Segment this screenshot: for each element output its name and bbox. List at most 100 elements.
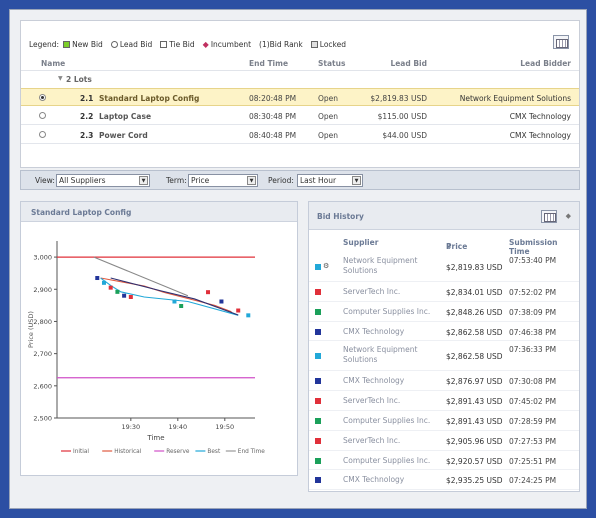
- incumbent-diamond-icon: ◆: [202, 39, 209, 49]
- lot-status: Open: [318, 94, 339, 103]
- col-lead-bidder[interactable]: Lead Bidder: [520, 59, 571, 68]
- col-end-time[interactable]: End Time: [249, 59, 288, 68]
- legend-label: Legend:: [29, 39, 60, 49]
- lots-table-header: Name End Time Status Lead Bid Lead Bidde…: [21, 57, 579, 71]
- data-point: [219, 299, 224, 304]
- bid-history-header: Supplier Price ↓ Submission Time: [309, 234, 579, 256]
- lot-end-time: 08:30:48 PM: [249, 112, 297, 121]
- col-name[interactable]: Name: [41, 59, 65, 68]
- calendar-icon[interactable]: [553, 35, 569, 49]
- lot-number: 2.3: [80, 131, 94, 140]
- bid-history-row[interactable]: ⚙ Network Equipment Solutions $2,819.83 US…: [309, 252, 579, 282]
- lot-end-time: 08:40:48 PM: [249, 131, 297, 140]
- y-tick-label: 2,500: [33, 415, 52, 423]
- supplier-color-icon: [315, 437, 321, 444]
- lot-number: 2.2: [80, 112, 94, 121]
- y-tick-label: 3,000: [33, 254, 52, 262]
- bid-supplier: ServerTech Inc.: [343, 435, 401, 445]
- bid-time: 07:46:38 PM: [509, 327, 557, 337]
- legend-label: Historical: [114, 449, 142, 455]
- bid-time: 07:45:02 PM: [509, 397, 557, 407]
- bid-history-row[interactable]: ServerTech Inc. $2,891.43 USD 07:45:02 PM: [309, 391, 579, 411]
- lot-lead-bidder: CMX Technology: [509, 131, 571, 140]
- calendar-icon[interactable]: [541, 210, 557, 223]
- gear-icon[interactable]: ⚙: [323, 262, 329, 270]
- col-status[interactable]: Status: [318, 59, 345, 68]
- chart-panel-title: Standard Laptop Config: [21, 202, 297, 222]
- bid-supplier: Network Equipment Solutions: [343, 256, 418, 275]
- chevron-down-icon[interactable]: ▼: [247, 176, 256, 185]
- filter-toolbar: View: All Suppliers ▼ Term: Price ▼ Peri…: [20, 170, 580, 190]
- lock-icon: [310, 40, 318, 48]
- bid-price: $2,891.43 USD: [446, 397, 503, 407]
- bid-history-row[interactable]: CMX Technology $2,876.97 USD 07:30:08 PM: [309, 371, 579, 392]
- lot-name[interactable]: Laptop Case: [99, 112, 151, 121]
- lot-radio[interactable]: [39, 131, 46, 138]
- bid-supplier: ServerTech Inc.: [343, 396, 401, 406]
- bid-time: 07:27:53 PM: [509, 436, 557, 446]
- supplier-color-icon: [315, 308, 321, 315]
- supplier-color-icon: [315, 417, 321, 424]
- lot-row[interactable]: 2.3 Power Cord 08:40:48 PM Open $44.00 U…: [21, 126, 579, 144]
- col-lead-bid[interactable]: Lead Bid: [390, 59, 427, 68]
- bid-price: $2,935.25 USD: [446, 476, 503, 486]
- lot-name[interactable]: Standard Laptop Config: [99, 94, 199, 103]
- bid-history-row[interactable]: Computer Supplies Inc. $2,920.57 USD 07:25…: [309, 451, 579, 471]
- bid-time: 07:53:40 PM: [509, 256, 557, 265]
- data-point: [95, 276, 100, 281]
- chevron-down-icon[interactable]: ▼: [139, 176, 148, 185]
- bid-price: $2,876.97 USD: [446, 377, 503, 387]
- lot-row[interactable]: 2.2 Laptop Case 08:30:48 PM Open $115.00…: [21, 107, 579, 125]
- x-axis-label: Time: [146, 434, 164, 442]
- supplier-color-icon: [315, 457, 321, 464]
- bid-history-row[interactable]: Computer Supplies Inc. $2,848.26 USD 07:38…: [309, 302, 579, 322]
- bid-price: $2,819.83 USD: [446, 263, 503, 272]
- legend-locked: Locked: [310, 40, 346, 49]
- chart-panel: Standard Laptop Config 3,000 2,900 2,800 2,…: [20, 201, 298, 476]
- supplier-color-icon: [315, 477, 321, 484]
- bid-time: 07:30:08 PM: [509, 377, 557, 387]
- bid-time: 07:38:09 PM: [509, 307, 557, 317]
- col-supplier[interactable]: Supplier: [343, 238, 378, 247]
- data-point: [108, 285, 113, 290]
- bid-price: $2,848.26 USD: [446, 307, 503, 317]
- bid-history-row[interactable]: Computer Supplies Inc. $2,891.43 USD 07:28…: [309, 411, 579, 431]
- bid-supplier: Computer Supplies Inc.: [343, 455, 431, 465]
- bid-history-row[interactable]: ServerTech Inc. $2,834.01 USD 07:52:02 PM: [309, 282, 579, 302]
- lot-group-row[interactable]: ▼ 2 Lots: [21, 73, 579, 87]
- lots-panel: Legend: New Bid Lead Bid Tie Bid ◆ Incumb…: [20, 20, 580, 168]
- data-point: [115, 289, 120, 294]
- bid-history-row[interactable]: ServerTech Inc. $2,905.96 USD 07:27:53 PM: [309, 431, 579, 451]
- collapse-triangle-icon[interactable]: ▼: [58, 75, 63, 82]
- lot-row[interactable]: 2.1 Standard Laptop Config 08:20:48 PM O…: [21, 88, 579, 106]
- bid-history-row[interactable]: CMX Technology $2,935.25 USD 07:24:25 PM: [309, 470, 579, 491]
- supplier-color-icon: [315, 353, 321, 360]
- series-line: [100, 277, 232, 313]
- lot-radio[interactable]: [39, 112, 46, 119]
- lot-name[interactable]: Power Cord: [99, 131, 148, 140]
- bid-time: 07:52:02 PM: [509, 288, 557, 297]
- x-tick-label: 19:30: [121, 423, 140, 431]
- lot-lead-bidder: Network Equipment Solutions: [459, 94, 571, 103]
- bid-supplier: Computer Supplies Inc.: [343, 306, 431, 316]
- bid-price: $2,862.58 USD: [446, 327, 503, 337]
- bid-history-row[interactable]: CMX Technology $2,862.58 USD 07:46:38 PM: [309, 322, 579, 342]
- data-point: [236, 308, 241, 313]
- bid-history-row[interactable]: Network Equipment Solutions $2,862.58 USD…: [309, 341, 579, 372]
- series-line: [100, 277, 239, 316]
- lot-radio[interactable]: [39, 94, 46, 101]
- data-point: [128, 294, 133, 299]
- bid-price: $2,905.96 USD: [446, 436, 503, 446]
- lot-lead-bid: $44.00 USD: [382, 131, 427, 140]
- chevron-down-icon[interactable]: ▼: [352, 176, 361, 185]
- bid-supplier: CMX Technology: [343, 376, 405, 386]
- bid-time: 07:36:33 PM: [509, 345, 557, 355]
- legend: Legend: New Bid Lead Bid Tie Bid ◆ Incumb…: [29, 37, 350, 51]
- view-select[interactable]: All Suppliers ▼: [56, 174, 150, 187]
- bid-price: $2,891.43 USD: [446, 416, 503, 426]
- period-select[interactable]: Last Hour ▼: [297, 174, 363, 187]
- data-point: [172, 299, 177, 304]
- term-select[interactable]: Price ▼: [188, 174, 258, 187]
- data-point: [122, 293, 127, 298]
- options-icon[interactable]: ◆: [566, 212, 571, 220]
